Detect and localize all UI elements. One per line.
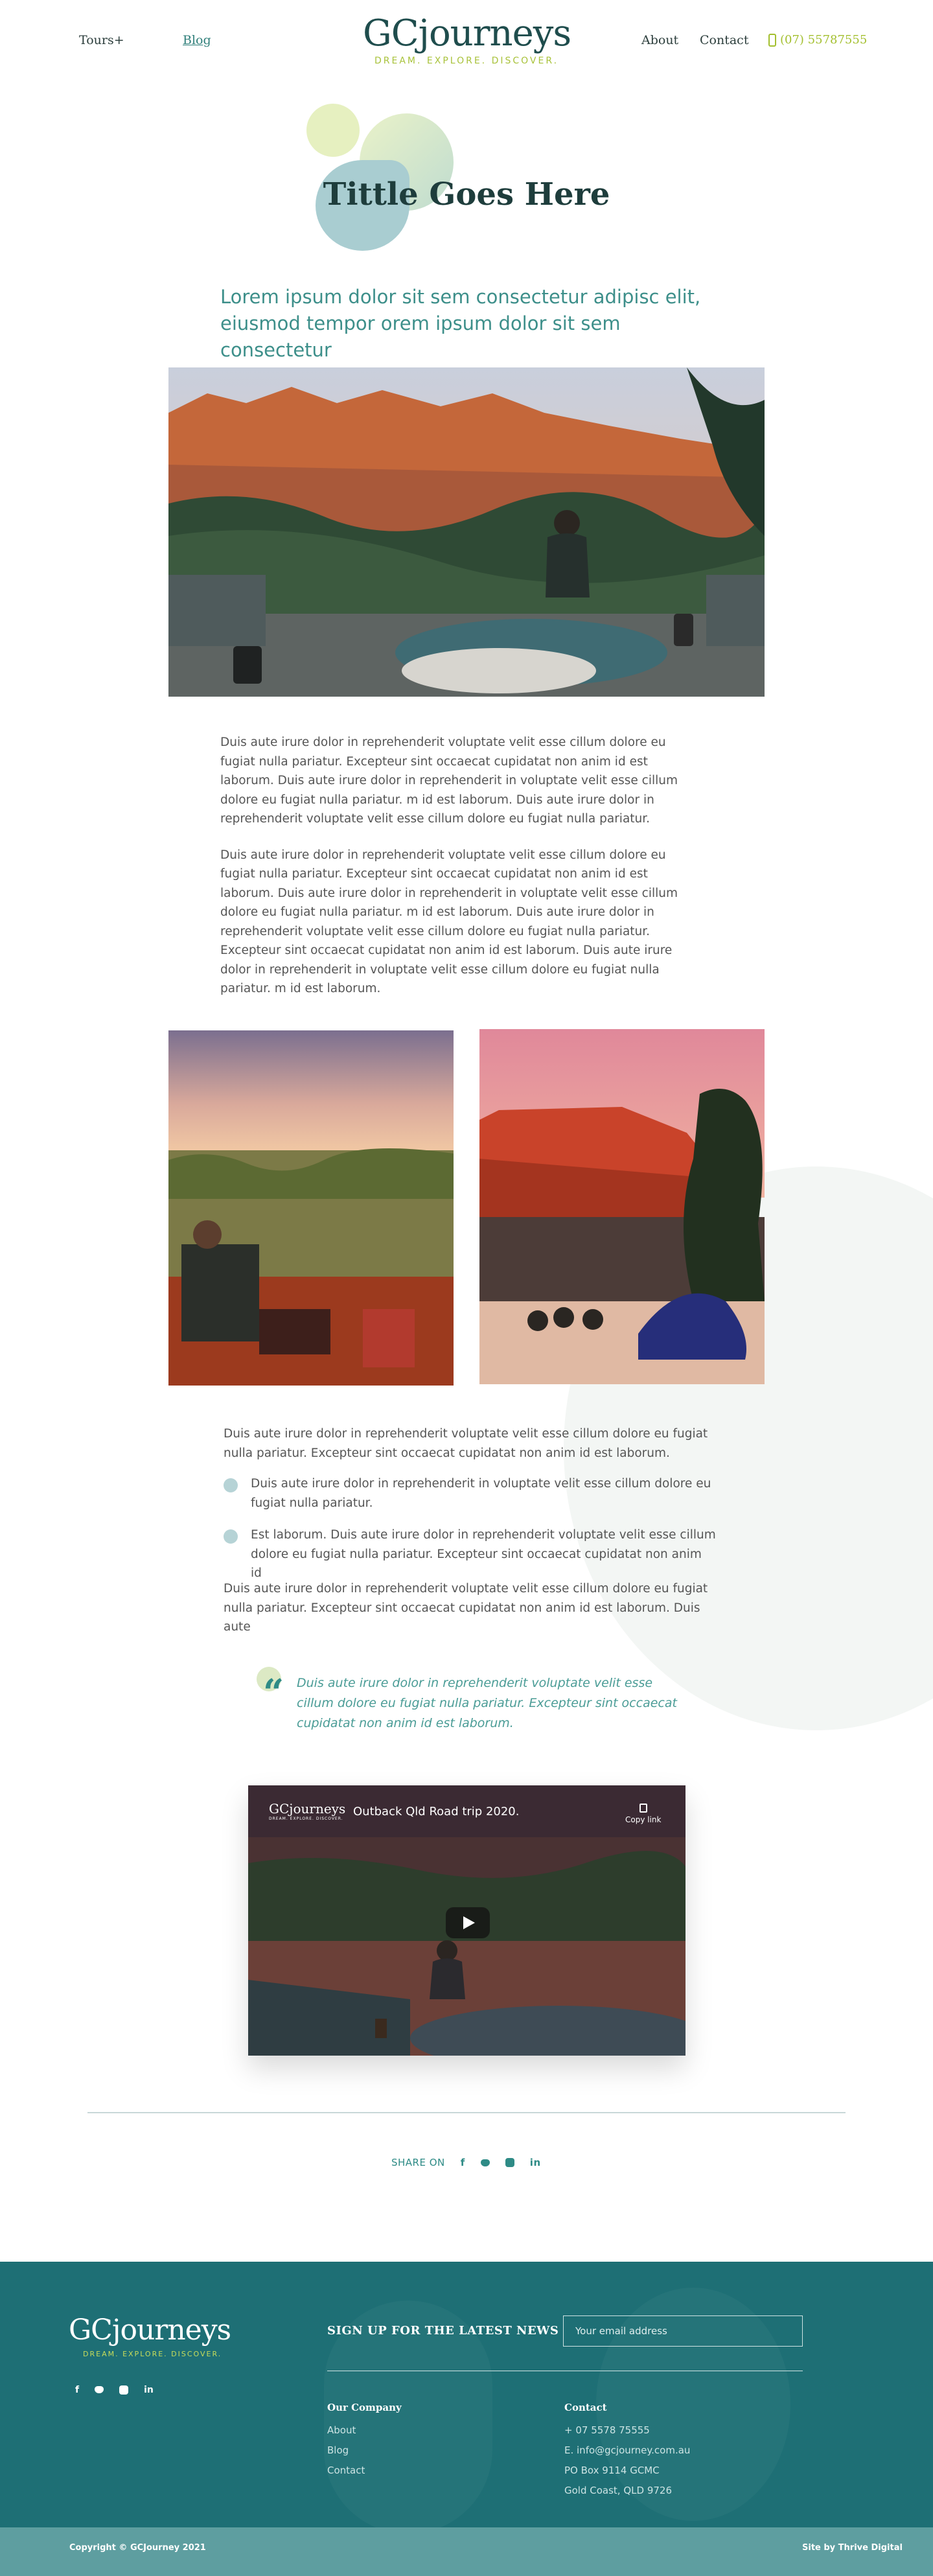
video-title[interactable]: Outback Qld Road trip 2020. (353, 1805, 519, 1818)
copy-icon (639, 1804, 647, 1813)
lead-text: Lorem ipsum dolor sit sem consectetur ad… (220, 286, 701, 361)
page: Tours+ Blog GCjourneys DREAM. EXPLORE. D… (0, 0, 933, 2576)
logo-tagline: DREAM. EXPLORE. DISCOVER. (374, 56, 559, 66)
footer-link-contact[interactable]: Contact (327, 2461, 402, 2481)
article-body-2: Duis aute irure dolor in reprehenderit v… (224, 1424, 716, 1472)
footer-logo-tagline: DREAM. EXPLORE. DISCOVER. (83, 2350, 222, 2358)
article-body: Duis aute irure dolor in reprehenderit v… (220, 733, 700, 1015)
footer: GCjourneys DREAM. EXPLORE. DISCOVER. f i… (0, 2262, 933, 2527)
video-player[interactable]: GCjourneys DREAM. EXPLORE. DISCOVER. Out… (248, 1785, 685, 2056)
contact-phone[interactable]: + 07 5578 75555 (564, 2420, 690, 2441)
phone-link[interactable]: (07) 55787555 (768, 33, 867, 47)
title-blob-lime (306, 104, 360, 157)
paragraph-4: Duis aute irure dolor in reprehenderit v… (224, 1582, 708, 1634)
copy-link-label: Copy link (625, 1815, 662, 1824)
hero-image (168, 367, 765, 697)
twitter-icon[interactable] (95, 2386, 104, 2393)
site-logo[interactable]: GCjourneys DREAM. EXPLORE. DISCOVER. (363, 12, 571, 67)
facebook-icon[interactable]: f (75, 2385, 79, 2395)
instagram-icon[interactable] (505, 2158, 514, 2167)
copyright-text: Copyright © GCJourney 2021 (69, 2543, 206, 2553)
paragraph-1: Duis aute irure dolor in reprehenderit v… (220, 736, 678, 826)
bullet-text: Est laborum. Duis aute irure dolor in re… (251, 1528, 716, 1580)
phone-icon (768, 33, 776, 47)
gallery-image-1 (168, 1030, 454, 1386)
company-column: Our Company About Blog Contact (327, 2398, 402, 2481)
phone-number: (07) 55787555 (780, 33, 868, 47)
contact-column: Contact + 07 5578 75555 E. info@gcjourne… (564, 2398, 690, 2501)
footer-link-blog[interactable]: Blog (327, 2441, 402, 2461)
contact-city: Gold Coast, QLD 9726 (564, 2485, 672, 2496)
bullet-text: Duis aute irure dolor in reprehenderit i… (251, 1477, 711, 1510)
email-field[interactable] (563, 2315, 803, 2347)
copy-link-button[interactable]: Copy link (625, 1804, 661, 1824)
instagram-icon[interactable] (119, 2385, 129, 2395)
pull-quote: Duis aute irure dolor in reprehenderit v… (297, 1676, 677, 1730)
footer-link-about[interactable]: About (327, 2420, 402, 2441)
video-logo-text: GCjourneys (269, 1801, 346, 1816)
site-credit[interactable]: Site by Thrive Digital (802, 2543, 903, 2553)
footer-social: f in (75, 2385, 154, 2395)
video-logo-tagline: DREAM. EXPLORE. DISCOVER. (269, 1816, 343, 1821)
contact-heading: Contact (564, 2402, 607, 2413)
video-channel-logo[interactable]: GCjourneys DREAM. EXPLORE. DISCOVER. (269, 1801, 345, 1821)
paragraph-3: Duis aute irure dolor in reprehenderit v… (224, 1427, 708, 1460)
linkedin-icon[interactable]: in (144, 2385, 154, 2395)
share-bar: SHARE ON f in (391, 2157, 541, 2168)
footer-logo[interactable]: GCjourneys (69, 2314, 231, 2347)
linkedin-icon[interactable]: in (530, 2157, 541, 2168)
play-button[interactable] (446, 1907, 490, 1938)
share-label: SHARE ON (391, 2157, 445, 2168)
quote-icon: “ (254, 1667, 286, 1711)
logo-text: GCjourneys (363, 12, 571, 54)
section-divider (87, 2112, 846, 2113)
nav-contact[interactable]: Contact (700, 33, 748, 47)
company-heading: Our Company (327, 2402, 402, 2413)
bullet-dot (224, 1529, 238, 1544)
nav-blog[interactable]: Blog (183, 33, 211, 47)
contact-po-box: PO Box 9114 GCMC (564, 2465, 660, 2476)
article-body-3: Duis aute irure dolor in reprehenderit v… (224, 1579, 716, 1654)
paragraph-2: Duis aute irure dolor in reprehenderit v… (220, 848, 678, 996)
gallery-image-2 (479, 1029, 765, 1384)
bullet-list: Duis aute irure dolor in reprehenderit i… (224, 1474, 716, 1596)
contact-email[interactable]: E. info@gcjourney.com.au (564, 2441, 690, 2461)
bullet-item: Duis aute irure dolor in reprehenderit i… (224, 1474, 716, 1513)
bullet-item: Est laborum. Duis aute irure dolor in re… (224, 1526, 716, 1583)
nav-about[interactable]: About (641, 33, 678, 47)
nav-tours[interactable]: Tours+ (79, 33, 124, 47)
twitter-icon[interactable] (480, 2159, 490, 2166)
bullet-dot (224, 1478, 238, 1492)
page-title: Tittle Goes Here (323, 176, 610, 213)
signup-heading: SIGN UP FOR THE LATEST NEWS (327, 2324, 559, 2338)
facebook-icon[interactable]: f (461, 2157, 465, 2168)
